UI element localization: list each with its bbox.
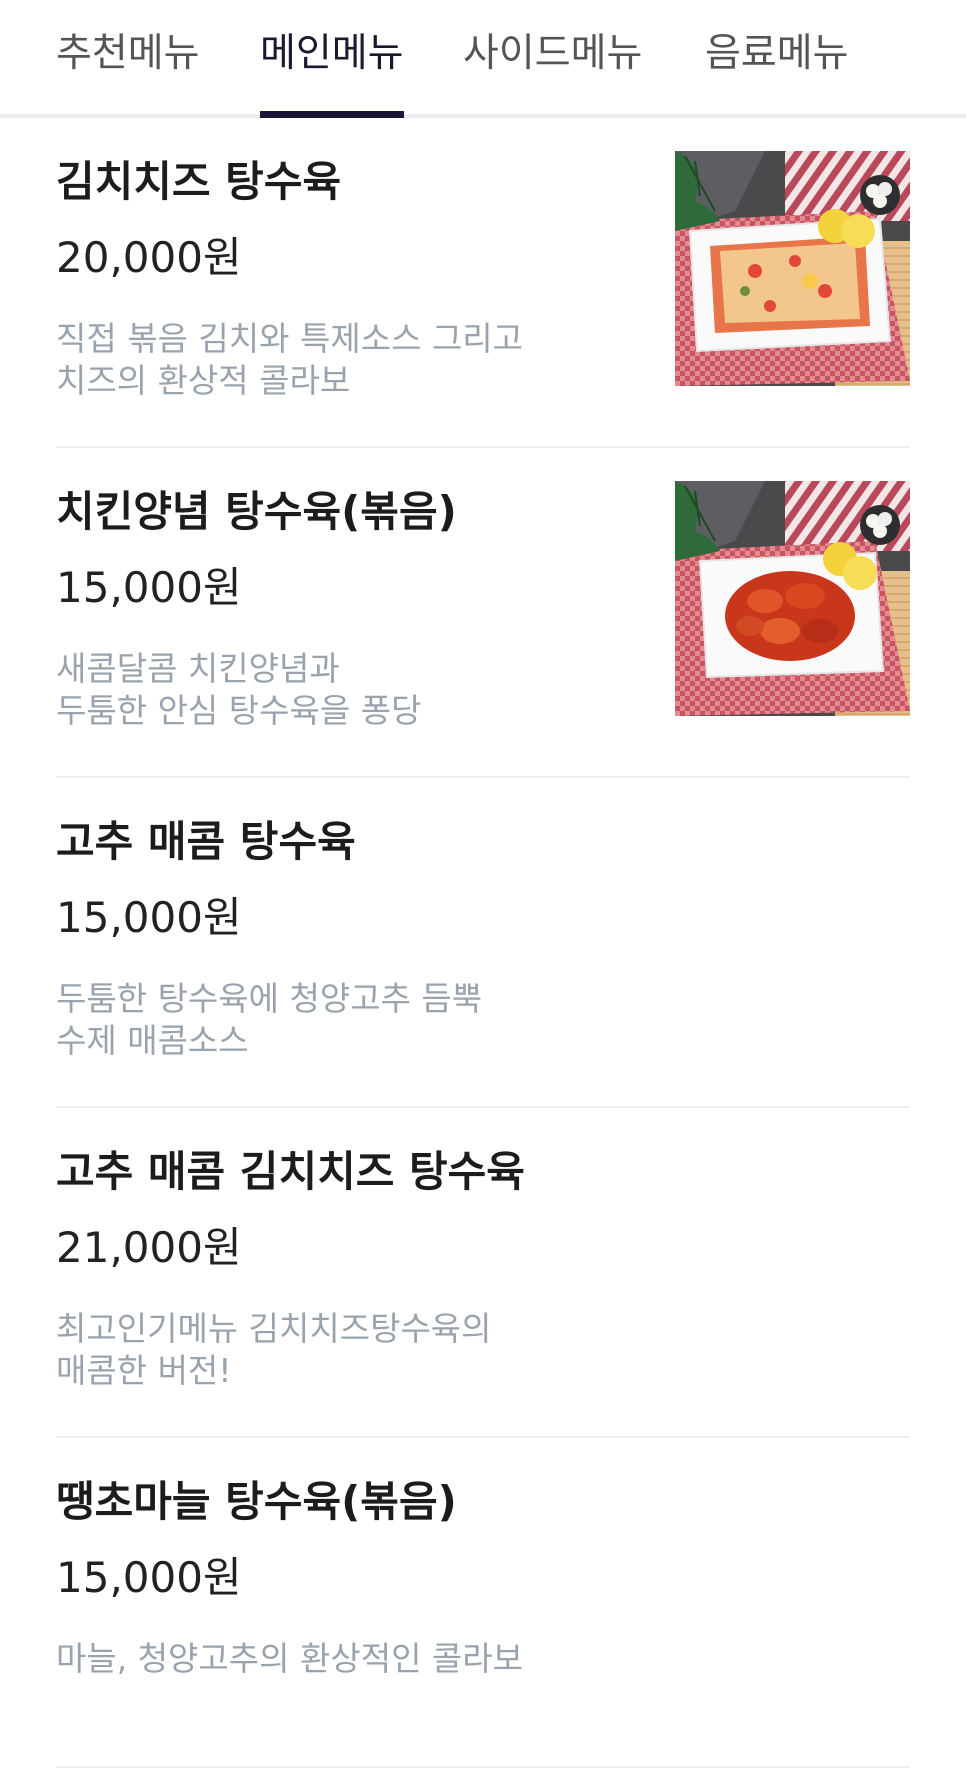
menu-item-description: 두툼한 탕수육에 청양고추 듬뿍 수제 매콤소스 (56, 979, 483, 1060)
menu-list: 김치치즈 탕수육 20,000원 직접 볶음 김치와 특제소스 그리고 치즈의 … (0, 118, 966, 1768)
menu-item-description: 새콤달콤 치킨양념과 두툼한 안심 탕수육을 퐁당 (56, 649, 422, 730)
tab-recommended-menu[interactable]: 추천메뉴 (56, 26, 200, 116)
menu-item-description: 직접 볶음 김치와 특제소스 그리고 치즈의 환상적 콜라보 (56, 319, 523, 400)
menu-item-ttaengcho-garlic-tangsuyuk[interactable]: 땡초마늘 탕수육(볶음) 15,000원 마늘, 청양고추의 환상적인 콜라보 (56, 1438, 910, 1768)
menu-item-price: 15,000원 (56, 893, 242, 942)
menu-item-price: 21,000원 (56, 1223, 242, 1272)
menu-item-kimchi-cheese-tangsuyuk[interactable]: 김치치즈 탕수육 20,000원 직접 볶음 김치와 특제소스 그리고 치즈의 … (56, 118, 910, 448)
menu-item-price: 20,000원 (56, 233, 242, 282)
menu-item-name: 치킨양념 탕수육(볶음) (56, 487, 457, 536)
menu-item-name: 땡초마늘 탕수육(볶음) (56, 1477, 457, 1526)
menu-item-price: 15,000원 (56, 563, 242, 612)
menu-item-description: 마늘, 청양고추의 환상적인 콜라보 (56, 1639, 523, 1678)
menu-item-name: 고추 매콤 김치치즈 탕수육 (56, 1147, 525, 1196)
menu-item-photo[interactable] (675, 481, 910, 716)
tab-main-menu[interactable]: 메인메뉴 (260, 26, 404, 118)
tab-side-menu[interactable]: 사이드메뉴 (463, 26, 642, 116)
menu-item-chicken-sauce-tangsuyuk[interactable]: 치킨양념 탕수육(볶음) 15,000원 새콤달콤 치킨양념과 두툼한 안심 탕… (56, 448, 910, 778)
menu-item-name: 김치치즈 탕수육 (56, 157, 342, 206)
menu-item-gochu-spicy-kimchi-cheese-tangsuyuk[interactable]: 고추 매콤 김치치즈 탕수육 21,000원 최고인기메뉴 김치치즈탕수육의 매… (56, 1108, 910, 1438)
menu-item-gochu-spicy-tangsuyuk[interactable]: 고추 매콤 탕수육 15,000원 두툼한 탕수육에 청양고추 듬뿍 수제 매콤… (56, 778, 910, 1108)
menu-category-tabs: 추천메뉴 메인메뉴 사이드메뉴 음료메뉴 (0, 0, 966, 118)
menu-item-description: 최고인기메뉴 김치치즈탕수육의 매콤한 버전! (56, 1309, 492, 1390)
menu-item-name: 고추 매콤 탕수육 (56, 817, 356, 866)
menu-item-price: 15,000원 (56, 1553, 242, 1602)
menu-item-photo[interactable] (675, 151, 910, 386)
tab-drink-menu[interactable]: 음료메뉴 (705, 26, 849, 116)
